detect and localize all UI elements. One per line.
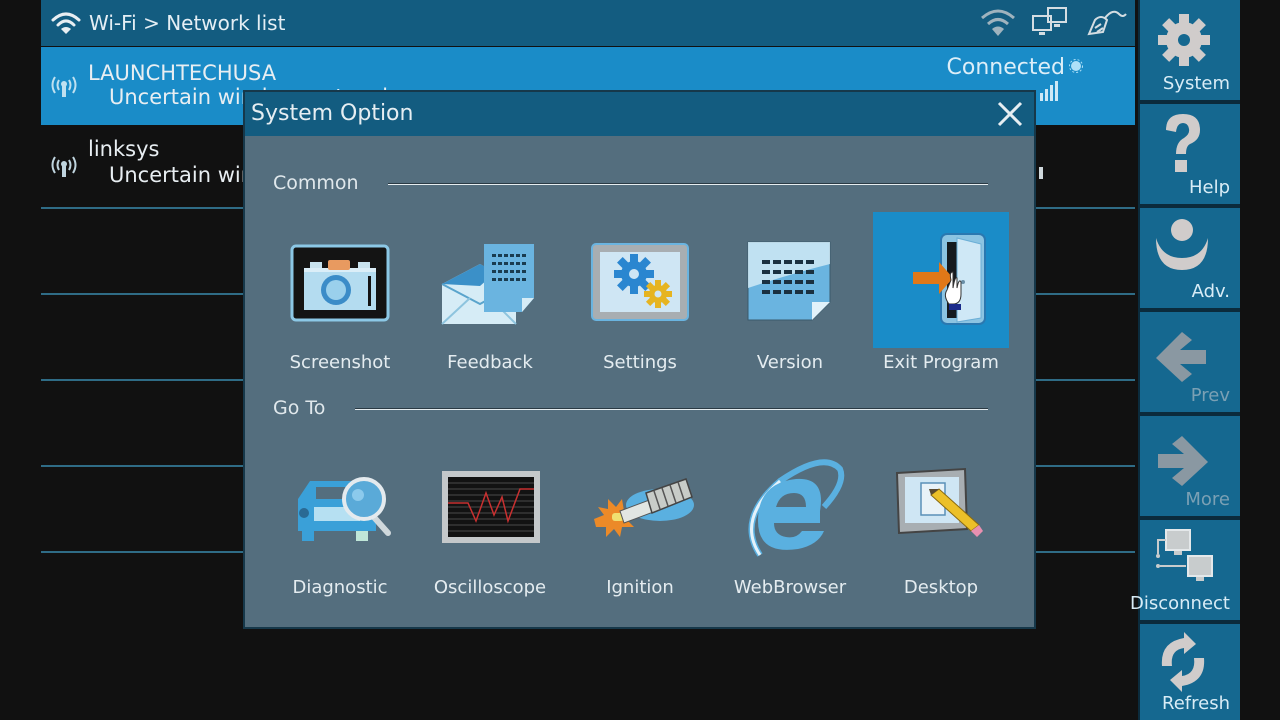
- arrow-left-icon: [1156, 332, 1206, 382]
- sidebar: System Help Adv. Prev More Disconnect Re…: [1130, 0, 1240, 720]
- system-button-label: System: [1162, 73, 1230, 94]
- close-icon[interactable]: [994, 98, 1026, 130]
- help-button[interactable]: Help: [1140, 104, 1240, 204]
- settings-button[interactable]: Settings: [572, 214, 708, 378]
- connected-indicator-icon: [1069, 59, 1083, 73]
- refresh-button[interactable]: Refresh: [1140, 624, 1240, 720]
- refresh-button-label: Refresh: [1162, 693, 1230, 714]
- system-button[interactable]: System: [1140, 0, 1240, 100]
- exit-program-label: Exit Program: [883, 352, 999, 373]
- web-browser-icon: [748, 459, 845, 557]
- advanced-button-label: Adv.: [1191, 281, 1230, 302]
- oscilloscope-icon: [442, 471, 540, 543]
- version-button[interactable]: Version: [722, 214, 858, 378]
- wifi-icon: [51, 12, 81, 34]
- feedback-mail-icon: [441, 244, 534, 325]
- wifi-icon: [981, 9, 1015, 36]
- exit-door-icon: [913, 233, 986, 325]
- screenshot-button[interactable]: Screenshot: [272, 214, 408, 378]
- dialog-title: System Option: [251, 101, 414, 126]
- network-computers-icon: [1032, 7, 1067, 35]
- section-label-common: Common: [273, 172, 359, 194]
- network-ssid: linksys: [88, 137, 160, 161]
- camera-icon: [290, 244, 390, 322]
- breadcrumb: Wi-Fi > Network list: [89, 11, 286, 35]
- webbrowser-button[interactable]: WebBrowser: [722, 439, 858, 603]
- disconnect-icon: [1156, 529, 1213, 581]
- version-document-icon: [747, 241, 831, 321]
- arrow-right-icon: [1158, 436, 1208, 486]
- section-divider: [355, 408, 988, 410]
- help-button-label: Help: [1188, 177, 1230, 198]
- advanced-button[interactable]: Adv.: [1140, 208, 1240, 308]
- advanced-icon: [1156, 219, 1208, 270]
- signal-strength-icon: [1039, 167, 1043, 179]
- prev-button[interactable]: Prev: [1140, 312, 1240, 412]
- signal-strength-icon: [1040, 81, 1058, 101]
- car-magnifier-icon: [298, 477, 391, 541]
- power-plug-icon: [1087, 10, 1127, 36]
- disconnect-button[interactable]: Disconnect: [1130, 520, 1240, 620]
- prev-button-label: Prev: [1190, 385, 1230, 406]
- desktop-label: Desktop: [903, 577, 979, 598]
- feedback-button[interactable]: Feedback: [422, 214, 558, 378]
- top-bar: Wi-Fi > Network list: [41, 0, 1135, 46]
- section-divider: [388, 183, 988, 185]
- more-button-label: More: [1185, 489, 1230, 510]
- dialog-title-bar: System Option: [245, 92, 1034, 136]
- system-option-dialog: System Option Common Screenshot Feedback…: [243, 90, 1036, 629]
- version-label: Version: [756, 352, 824, 373]
- refresh-icon: [1161, 632, 1205, 692]
- desktop-pencil-icon: [895, 467, 983, 537]
- settings-gears-icon: [591, 243, 689, 321]
- webbrowser-label: WebBrowser: [733, 577, 847, 598]
- screen: Wi-Fi > Network list LAUNCHTECHUSA Uncer…: [0, 0, 1280, 720]
- disconnect-button-label: Disconnect: [1130, 593, 1230, 614]
- ignition-button[interactable]: Ignition: [572, 439, 708, 603]
- spark-plug-icon: [594, 478, 694, 537]
- gear-icon: [1158, 14, 1210, 66]
- diagnostic-button[interactable]: Diagnostic: [272, 439, 408, 603]
- access-point-icon: [51, 156, 77, 177]
- desktop-button[interactable]: Desktop: [873, 439, 1009, 603]
- oscilloscope-button[interactable]: Oscilloscope: [422, 439, 558, 603]
- section-label-goto: Go To: [273, 397, 326, 419]
- connection-status: Connected: [946, 55, 1065, 80]
- more-button[interactable]: More: [1140, 416, 1240, 516]
- access-point-icon: [51, 76, 77, 97]
- question-icon: [1166, 114, 1200, 172]
- network-ssid: LAUNCHTECHUSA: [88, 61, 277, 85]
- exit-program-button[interactable]: Exit Program: [873, 212, 1009, 376]
